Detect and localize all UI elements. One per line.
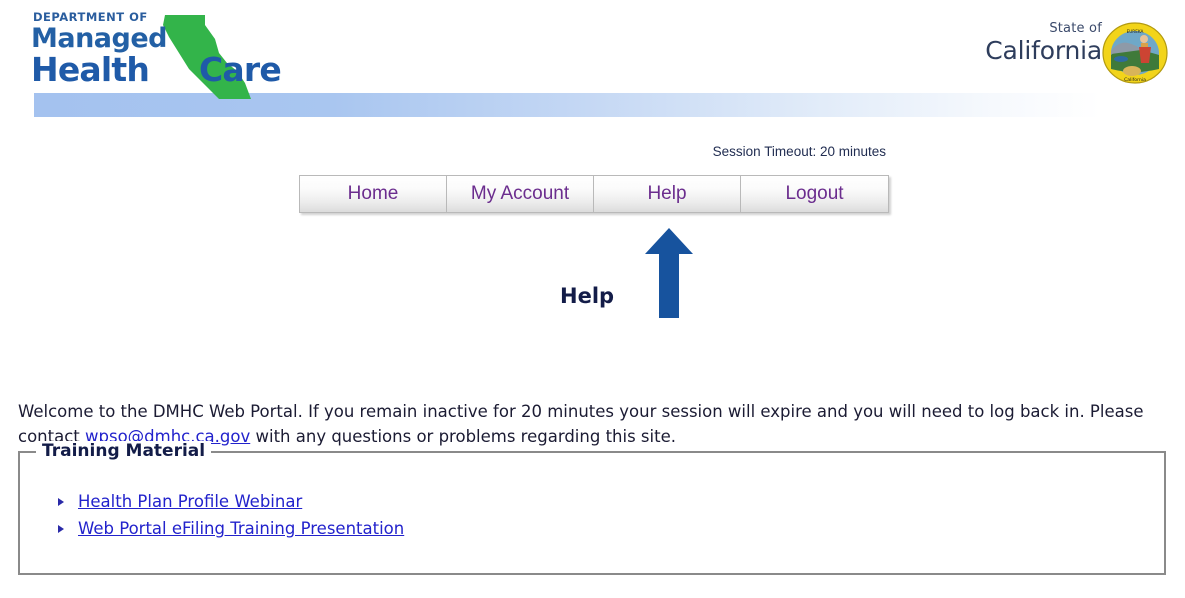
training-material-legend: Training Material	[36, 441, 212, 461]
help-callout-label: Help	[560, 284, 615, 308]
session-timeout-text: Session Timeout: 20 minutes	[712, 144, 886, 159]
list-item: Web Portal eFiling Training Presentation	[58, 518, 1164, 540]
tab-logout[interactable]: Logout	[741, 176, 888, 212]
training-material-panel: Training Material Health Plan Profile We…	[18, 441, 1166, 575]
california-great-seal-icon: EUREKA California	[1102, 22, 1168, 84]
help-callout-up-arrow-icon	[645, 228, 693, 318]
tab-my-account[interactable]: My Account	[447, 176, 594, 212]
welcome-text-part2: with any questions or problems regarding…	[250, 426, 676, 446]
dmhc-logo[interactable]: DEPARTMENT OF Managed Health Care	[31, 8, 351, 99]
training-link-web-portal-efiling-training-presentation[interactable]: Web Portal eFiling Training Presentation	[78, 519, 404, 538]
svg-text:EUREKA: EUREKA	[1127, 29, 1144, 34]
state-of-california-wordmark: State of California	[985, 22, 1102, 63]
triangle-bullet-icon	[58, 525, 64, 533]
training-material-list: Health Plan Profile Webinar Web Portal e…	[20, 453, 1164, 540]
list-item: Health Plan Profile Webinar	[58, 491, 1164, 513]
logo-care-text: Care	[199, 50, 282, 89]
triangle-bullet-icon	[58, 498, 64, 506]
state-of-label: State of	[1049, 21, 1102, 36]
tab-help[interactable]: Help	[594, 176, 741, 212]
training-link-health-plan-profile-webinar[interactable]: Health Plan Profile Webinar	[78, 492, 302, 511]
main-navigation: Home My Account Help Logout	[299, 175, 889, 213]
svg-text:California: California	[1124, 77, 1146, 83]
tab-home[interactable]: Home	[300, 176, 447, 212]
california-label: California	[985, 36, 1102, 65]
logo-department-text: DEPARTMENT OF	[33, 10, 148, 24]
logo-health-text: Health	[31, 50, 150, 89]
page-header: DEPARTMENT OF Managed Health Care State …	[0, 0, 1185, 99]
